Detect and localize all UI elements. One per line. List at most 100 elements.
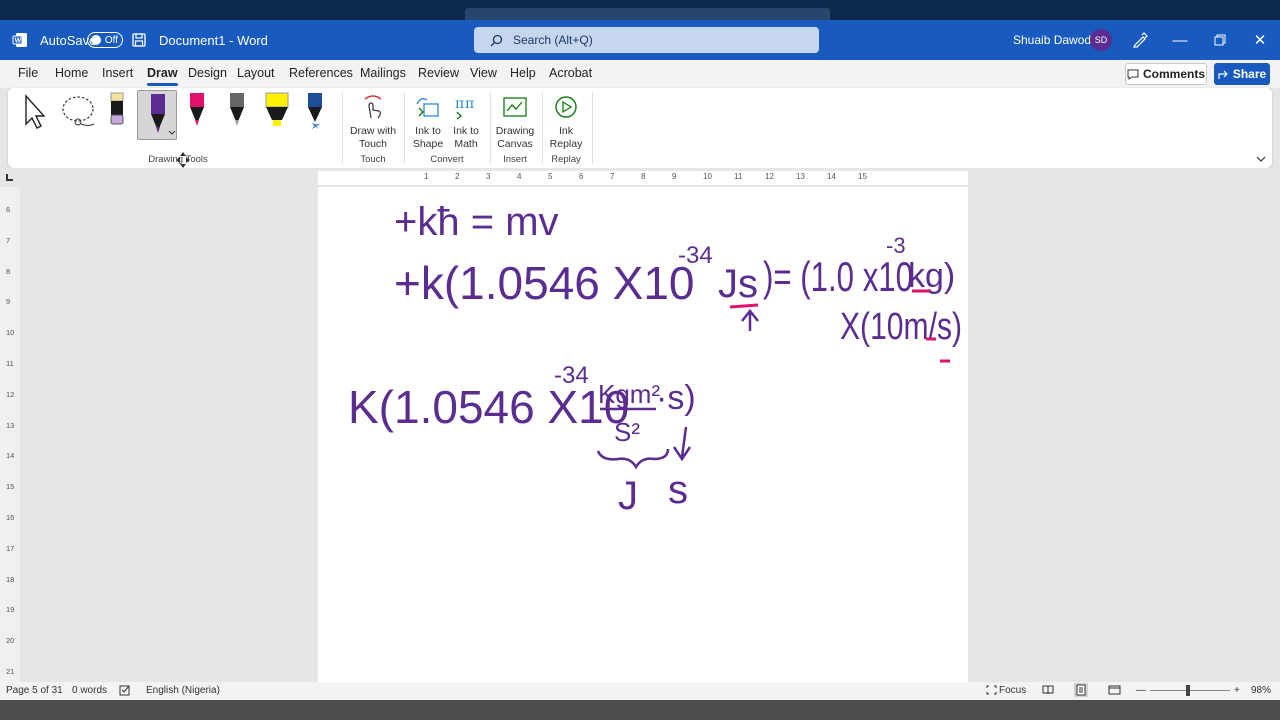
menu-bar: File Home Insert Draw Design Layout Refe…: [0, 60, 1280, 88]
document-page[interactable]: +kħ = mv +k(1.0546 X10 -34 Js )= (1.0 x1…: [318, 187, 968, 682]
tab-review[interactable]: Review: [418, 66, 459, 80]
ink-replay-button[interactable]: Ink Replay: [546, 92, 586, 151]
ruler-tick-label: 4: [517, 172, 522, 181]
tab-references[interactable]: References: [289, 66, 353, 80]
ink-to-shape-label-1: Ink to: [415, 125, 441, 137]
vertical-ruler-tick-label: 20: [6, 636, 15, 646]
highlighter-yellow-icon[interactable]: [263, 92, 291, 135]
page-count[interactable]: Page 5 of 31: [6, 685, 63, 696]
pen-black-pencil-icon[interactable]: [106, 92, 128, 135]
avatar: SD: [1090, 29, 1112, 51]
ruler-scale: 1 2 3 4 5 6 7 8 9 10 11 12 13 14 15: [318, 171, 968, 185]
ribbon-separator: [542, 92, 543, 164]
proofing-icon[interactable]: [119, 685, 131, 699]
ribbon-separator: [404, 92, 405, 164]
ruler-tick-label: 2: [455, 172, 460, 181]
autosave-toggle[interactable]: Off: [87, 20, 123, 60]
word-count[interactable]: 0 words: [72, 685, 107, 696]
ribbon-separator: [592, 92, 593, 164]
ink-line-2: +k(1.0546 X10: [394, 257, 695, 309]
ink-replay-label-2: Replay: [549, 138, 583, 150]
ink-to-shape-button[interactable]: Ink to Shape: [410, 92, 446, 151]
save-icon[interactable]: [132, 20, 146, 60]
vertical-ruler-tick-label: 6: [6, 205, 11, 214]
tab-design[interactable]: Design: [188, 66, 227, 80]
zoom-slider[interactable]: [1150, 690, 1230, 691]
ruler-tick-label: 3: [486, 172, 491, 181]
taskbar-strip: [0, 700, 1280, 720]
share-icon: [1218, 70, 1228, 79]
ruler-tick-label: 13: [796, 172, 805, 181]
pen-purple-selected[interactable]: [137, 90, 177, 140]
comments-button[interactable]: Comments: [1125, 63, 1207, 85]
tab-home[interactable]: Home: [55, 66, 88, 80]
language-indicator[interactable]: English (Nigeria): [146, 685, 220, 696]
ink-to-math-label-2: Math: [454, 138, 478, 150]
ink-underline-js: [729, 303, 759, 309]
draw-ribbon: Drawing Tools Draw with Touch Touch Ink …: [8, 88, 1272, 168]
pen-gray-pencil-icon[interactable]: [226, 92, 248, 135]
ruler-tick-label: 12: [765, 172, 774, 181]
ruler-tick-label: 15: [858, 172, 867, 181]
zoom-out-button[interactable]: —: [1136, 685, 1146, 696]
tab-insert[interactable]: Insert: [102, 66, 133, 80]
vertical-ruler-tick-label: 15: [6, 482, 15, 492]
close-icon[interactable]: ✕: [1240, 20, 1280, 60]
tab-acrobat[interactable]: Acrobat: [549, 66, 592, 80]
vertical-ruler-tick-label: 7: [6, 235, 11, 245]
ruler-tick-label: 6: [579, 172, 584, 181]
vertical-ruler: 6 7 8 9 10 11 12 13 14 15 16 17 18 19 20 21: [0, 187, 20, 682]
tab-draw[interactable]: Draw: [147, 66, 178, 86]
ribbon-separator: [342, 92, 343, 164]
pen-pink-icon[interactable]: [186, 92, 208, 135]
ink-to-math-icon: ππ: [448, 92, 484, 122]
share-button[interactable]: Share: [1214, 63, 1270, 85]
share-label: Share: [1232, 67, 1267, 81]
tab-mailings[interactable]: Mailings: [360, 66, 406, 80]
autosave-state: Off: [87, 32, 123, 48]
tab-selector-icon[interactable]: [6, 174, 13, 181]
read-mode-icon[interactable]: [1042, 685, 1054, 698]
ink-to-shape-label-2: Shape: [412, 138, 444, 150]
ink-brace: [596, 448, 670, 470]
select-objects-icon[interactable]: [22, 94, 50, 135]
svg-text:π: π: [465, 96, 474, 112]
user-avatar[interactable]: SD: [1090, 20, 1112, 60]
vertical-ruler-tick-label: 9: [6, 297, 11, 307]
ruler-tick-label: 9: [672, 172, 677, 181]
tab-help[interactable]: Help: [510, 66, 536, 80]
zoom-in-button[interactable]: +: [1234, 685, 1240, 696]
minimize-icon[interactable]: —: [1160, 20, 1200, 60]
group-insert: Insert: [503, 154, 527, 165]
print-layout-icon[interactable]: [1074, 683, 1088, 697]
focus-button[interactable]: Focus: [999, 685, 1026, 696]
tab-layout[interactable]: Layout: [237, 66, 275, 80]
ink-to-math-button[interactable]: ππ Ink to Math: [448, 92, 484, 151]
vertical-ruler-tick-label: 8: [6, 266, 11, 276]
drawing-canvas-button[interactable]: Drawing Canvas: [494, 92, 536, 151]
tab-file[interactable]: File: [18, 66, 38, 80]
search-placeholder: Search (Alt+Q): [513, 33, 593, 47]
focus-icon[interactable]: [986, 685, 997, 698]
search-box[interactable]: Search (Alt+Q): [474, 27, 819, 53]
drawing-canvas-label-2: Canvas: [497, 138, 533, 150]
zoom-level[interactable]: 98%: [1251, 685, 1271, 696]
vertical-ruler-tick-label: 14: [6, 451, 15, 461]
pen-galaxy-blue-icon[interactable]: [304, 92, 326, 135]
web-layout-icon[interactable]: [1108, 685, 1121, 698]
ink-replay-icon: [546, 92, 586, 122]
drawing-canvas-icon: [494, 92, 536, 122]
svg-text:π: π: [455, 96, 464, 112]
zoom-slider-thumb[interactable]: [1186, 685, 1190, 696]
ink-up-arrow: [741, 308, 759, 331]
ruler-tick-label: 1: [424, 172, 429, 181]
ruler-tick-label: 14: [827, 172, 836, 181]
vertical-ruler-tick-label: 17: [6, 543, 15, 553]
restore-icon[interactable]: [1200, 20, 1240, 60]
ruler-tick-label: 11: [734, 172, 743, 181]
lasso-select-icon[interactable]: [60, 94, 96, 135]
tab-view[interactable]: View: [470, 66, 497, 80]
collapse-ribbon-icon[interactable]: [1256, 150, 1266, 168]
draw-with-touch-button[interactable]: Draw with Touch: [348, 92, 398, 151]
pen-feedback-icon[interactable]: [1132, 20, 1148, 60]
